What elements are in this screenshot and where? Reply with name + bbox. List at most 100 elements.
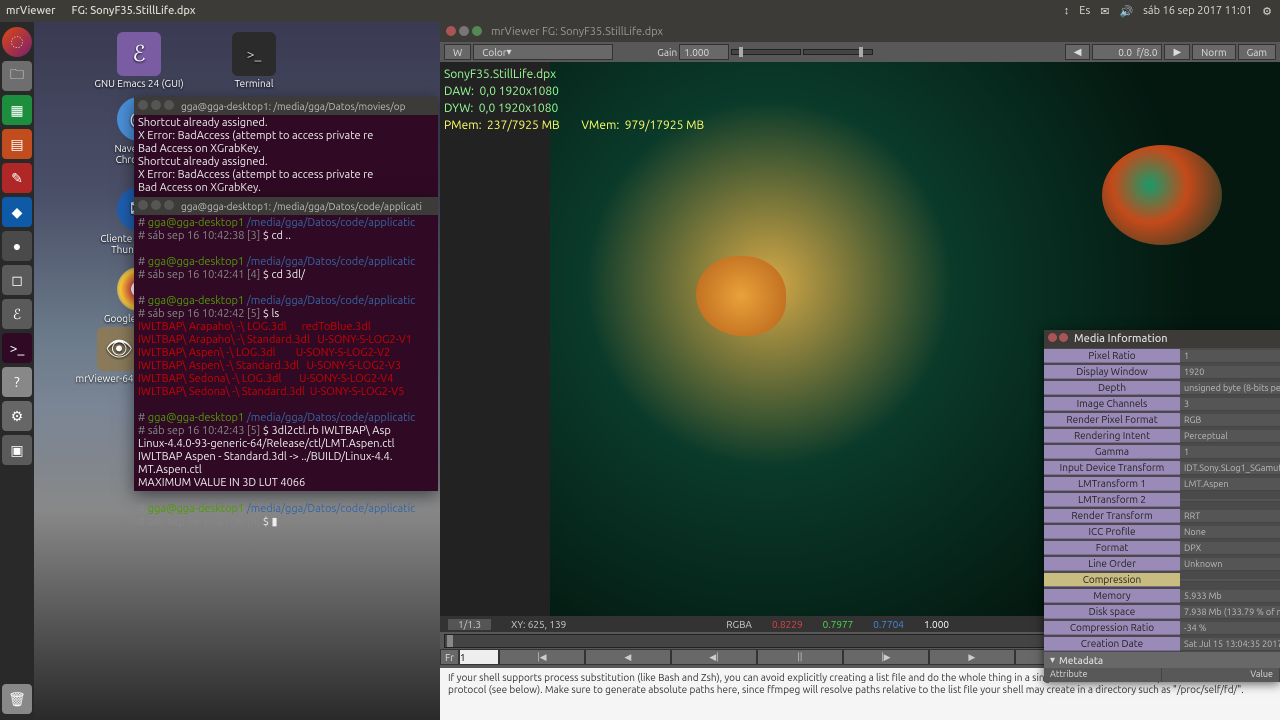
- frame-input[interactable]: [459, 649, 499, 665]
- step-back-button[interactable]: ◀: [585, 649, 671, 665]
- media-info-value: 1: [1180, 350, 1280, 363]
- gain-label: Gain: [657, 47, 677, 58]
- media-info-key: Display Window: [1044, 365, 1180, 379]
- gray-app-icon[interactable]: ◻: [2, 265, 32, 295]
- color-dropdown[interactable]: Color ▾: [473, 44, 613, 60]
- playhead[interactable]: [447, 635, 453, 647]
- media-info-value: RRT: [1180, 510, 1280, 523]
- gear-icon[interactable]: ⚙: [1262, 5, 1272, 18]
- impress-icon[interactable]: ▤: [2, 129, 32, 159]
- media-info-value: unsigned byte (8-bits per cha: [1180, 382, 1280, 395]
- media-info-row[interactable]: Gamma1: [1044, 444, 1280, 460]
- app-icon[interactable]: ▣: [2, 435, 32, 465]
- draw-icon[interactable]: ✎: [2, 163, 32, 193]
- media-info-row[interactable]: Input Device TransformIDT.Sony.SLog1_SGa…: [1044, 460, 1280, 476]
- media-info-row[interactable]: Compression Ratio-34 %: [1044, 620, 1280, 636]
- window-controls[interactable]: [138, 200, 177, 213]
- media-info-row[interactable]: LMTransform 1LMT.Aspen: [1044, 476, 1280, 492]
- window-controls[interactable]: [138, 100, 177, 113]
- gain-slider[interactable]: [731, 49, 801, 55]
- media-info-row[interactable]: Rendering IntentPerceptual: [1044, 428, 1280, 444]
- media-info-value: 7.938 Mb (133.79 % of memo: [1180, 606, 1280, 619]
- media-info-key: Compression Ratio: [1044, 621, 1180, 635]
- media-info-row[interactable]: Depthunsigned byte (8-bits per cha: [1044, 380, 1280, 396]
- zoom-ratio[interactable]: 1/1.3: [448, 619, 491, 630]
- media-info-value: [1180, 579, 1280, 582]
- terminal-titlebar[interactable]: gga@gga-desktop1: /media/gga/Datos/code/…: [134, 197, 438, 215]
- desktop-icon-terminal[interactable]: >_ Terminal: [209, 32, 299, 89]
- terminal-icon: >_: [232, 32, 276, 76]
- pixel-b: 0.7704: [873, 619, 904, 630]
- media-info-row[interactable]: Line OrderUnknown: [1044, 556, 1280, 572]
- media-info-titlebar[interactable]: Media Information: [1044, 330, 1280, 348]
- media-info-row[interactable]: LMTransform 2: [1044, 492, 1280, 508]
- dark-app-icon[interactable]: ●: [2, 231, 32, 261]
- media-info-row[interactable]: Render TransformRRT: [1044, 508, 1280, 524]
- window-controls[interactable]: [1048, 333, 1070, 345]
- media-info-row[interactable]: Memory5.933 Mb: [1044, 588, 1280, 604]
- media-info-key: Memory: [1044, 589, 1180, 603]
- media-info-value: 1: [1180, 446, 1280, 459]
- terminal-window-1[interactable]: gga@gga-desktop1: /media/gga/Datos/movie…: [134, 97, 438, 197]
- gam-button[interactable]: Gam: [1238, 44, 1276, 60]
- trash-icon[interactable]: 🗑: [2, 684, 32, 714]
- metadata-columns: Attribute Value: [1044, 668, 1280, 682]
- media-info-row[interactable]: Render Pixel FormatRGB: [1044, 412, 1280, 428]
- terminal-output: Shortcut already assigned. X Error: BadA…: [134, 115, 438, 197]
- files-icon[interactable]: 🗀: [2, 61, 32, 91]
- media-info-value: IDT.Sony.SLog1_SGamut_12: [1180, 462, 1280, 475]
- terminal-launcher-icon[interactable]: >_: [2, 333, 32, 363]
- blue-app-icon[interactable]: ◆: [2, 197, 32, 227]
- next-button[interactable]: ▶: [1164, 44, 1190, 60]
- desktop-icon-emacs[interactable]: ℰ GNU Emacs 24 (GUI): [94, 32, 184, 89]
- media-info-key: Line Order: [1044, 557, 1180, 571]
- gain-slider-2[interactable]: [803, 49, 873, 55]
- network-icon[interactable]: ↕: [1064, 5, 1070, 17]
- prev-button[interactable]: ◀: [1065, 44, 1091, 60]
- w-button[interactable]: W: [444, 44, 471, 60]
- media-info-value: 1920: [1180, 366, 1280, 379]
- terminal-title: gga@gga-desktop1: /media/gga/Datos/code/…: [181, 200, 422, 213]
- pause-button[interactable]: ||: [757, 649, 843, 665]
- window-controls[interactable]: [446, 26, 485, 39]
- media-info-value: Perceptual: [1180, 430, 1280, 443]
- dash-icon[interactable]: ◌: [2, 27, 32, 57]
- terminal-window-2[interactable]: gga@gga-desktop1: /media/gga/Datos/code/…: [134, 197, 438, 491]
- media-info-row[interactable]: ICC ProfileNone: [1044, 524, 1280, 540]
- media-info-row[interactable]: Display Window1920: [1044, 364, 1280, 380]
- mail-icon[interactable]: ✉: [1100, 5, 1109, 18]
- help-icon[interactable]: ?: [2, 367, 32, 397]
- media-info-value: Unknown: [1180, 558, 1280, 571]
- col-attribute: Attribute: [1044, 668, 1162, 682]
- calc-icon[interactable]: ▦: [2, 95, 32, 125]
- media-info-row[interactable]: FormatDPX: [1044, 540, 1280, 556]
- terminal-titlebar[interactable]: gga@gga-desktop1: /media/gga/Datos/movie…: [134, 97, 438, 115]
- emacs-launcher-icon[interactable]: ℰ: [2, 299, 32, 329]
- settings-icon[interactable]: ⚙: [2, 401, 32, 431]
- mrviewer-titlebar[interactable]: mrViewer FG: SonyF35.StillLife.dpx: [440, 22, 1280, 42]
- media-info-panel[interactable]: Media Information Pixel Ratio1Display Wi…: [1044, 330, 1280, 682]
- media-info-row[interactable]: Compression: [1044, 572, 1280, 588]
- media-info-row[interactable]: Pixel Ratio1: [1044, 348, 1280, 364]
- keyboard-lang[interactable]: Es: [1079, 5, 1090, 17]
- play-fwd-button[interactable]: |▶: [843, 649, 929, 665]
- step-fwd-button[interactable]: ▶: [929, 649, 1015, 665]
- media-info-row[interactable]: Creation DateSat Jul 15 13:04:35 2017: [1044, 636, 1280, 652]
- terminal-output[interactable]: # gga@gga-desktop1 /media/gga/Datos/code…: [134, 215, 438, 531]
- desktop-label: Terminal: [235, 78, 274, 89]
- norm-button[interactable]: Norm: [1192, 44, 1235, 60]
- media-info-key: Compression: [1044, 573, 1180, 587]
- exposure-input[interactable]: [1092, 44, 1162, 60]
- go-start-button[interactable]: |◀: [499, 649, 585, 665]
- media-info-value: RGB: [1180, 414, 1280, 427]
- volume-icon[interactable]: 🔊: [1119, 5, 1133, 18]
- gain-input[interactable]: [679, 44, 729, 60]
- media-info-row[interactable]: Image Channels3: [1044, 396, 1280, 412]
- play-back-button[interactable]: ◀|: [671, 649, 757, 665]
- mrviewer-toolbar: W Color ▾ Gain ◀ ▶ Norm Gam: [440, 42, 1280, 62]
- media-info-row[interactable]: Disk space7.938 Mb (133.79 % of memo: [1044, 604, 1280, 620]
- media-info-key: Depth: [1044, 381, 1180, 395]
- clock[interactable]: sáb 16 sep 2017 11:01: [1143, 5, 1252, 17]
- media-info-value: 5.933 Mb: [1180, 590, 1280, 603]
- metadata-header[interactable]: ▾ Metadata: [1044, 652, 1280, 668]
